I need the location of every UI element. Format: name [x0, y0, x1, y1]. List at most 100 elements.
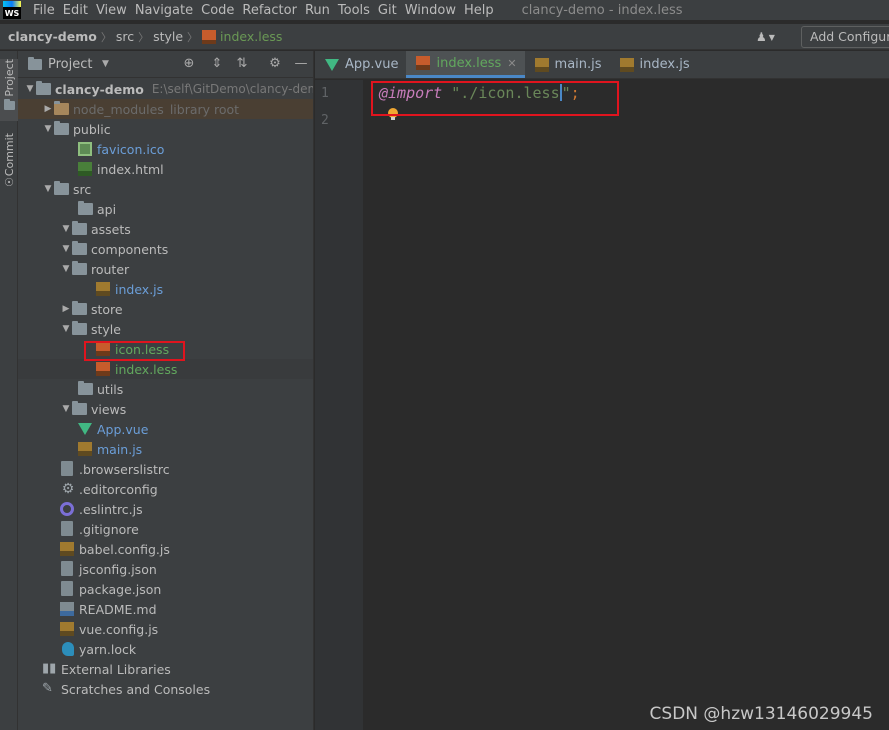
- chevron-right-icon[interactable]: ▶: [42, 104, 54, 114]
- lightbulb-icon[interactable]: [388, 108, 398, 120]
- code-semicolon: ;: [570, 84, 580, 102]
- breadcrumb-project[interactable]: clancy-demo: [8, 29, 97, 44]
- webstorm-logo-icon: WS: [3, 1, 21, 19]
- tree-item-scratches[interactable]: ✎ Scratches and Consoles: [18, 679, 313, 699]
- menu-bar: WS File Edit View Navigate Code Refactor…: [0, 0, 889, 20]
- breadcrumb-style[interactable]: style: [153, 29, 183, 44]
- tree-item-browserslistrc[interactable]: .browserslistrc: [18, 459, 313, 479]
- tree-item-views[interactable]: ▼ views: [18, 399, 313, 419]
- chevron-down-icon[interactable]: ▼: [60, 224, 72, 234]
- less-file-icon: [96, 341, 112, 357]
- tree-item-app-vue[interactable]: App.vue: [18, 419, 313, 439]
- stripe-tab-project[interactable]: Project: [0, 59, 18, 121]
- expand-all-icon[interactable]: ⇕: [210, 57, 224, 71]
- chevron-down-icon[interactable]: ▼: [24, 84, 36, 94]
- collapse-all-icon[interactable]: ⇅: [235, 57, 249, 71]
- tree-item-components[interactable]: ▼ components: [18, 239, 313, 259]
- tree-item-node-modules[interactable]: ▶ node_modules library root: [18, 99, 313, 119]
- tab-app-vue[interactable]: App.vue: [315, 51, 406, 78]
- tree-item-yarn-lock[interactable]: yarn.lock: [18, 639, 313, 659]
- chevron-down-icon[interactable]: ▼: [60, 404, 72, 414]
- tree-item-assets[interactable]: ▼ assets: [18, 219, 313, 239]
- tree-item-style[interactable]: ▼ style: [18, 319, 313, 339]
- file-icon: [60, 461, 76, 477]
- chevron-right-icon[interactable]: ▶: [60, 304, 72, 314]
- vue-file-icon: [78, 421, 94, 437]
- tree-item-package-json[interactable]: package.json: [18, 579, 313, 599]
- user-account-button[interactable]: ♟ ▼: [756, 27, 788, 47]
- chevron-down-icon[interactable]: ▼: [102, 59, 109, 69]
- chevron-down-icon[interactable]: ▼: [42, 184, 54, 194]
- menu-file[interactable]: File: [29, 3, 59, 18]
- tree-item-editorconfig[interactable]: ⚙ .editorconfig: [18, 479, 313, 499]
- tree-item-api[interactable]: api: [18, 199, 313, 219]
- window-title: clancy-demo - index.less: [521, 2, 683, 18]
- tab-index-less[interactable]: index.less ✕: [406, 51, 525, 78]
- locate-icon[interactable]: ⊕: [182, 57, 196, 71]
- chevron-down-icon[interactable]: ▼: [60, 244, 72, 254]
- gear-icon[interactable]: ⚙: [268, 57, 282, 71]
- folder-icon: [54, 121, 70, 137]
- tree-item-readme[interactable]: README.md: [18, 599, 313, 619]
- chevron-down-icon[interactable]: ▼: [42, 124, 54, 134]
- tree-item-eslintrc[interactable]: .eslintrc.js: [18, 499, 313, 519]
- less-file-icon: [416, 55, 432, 71]
- tree-item-vue-config[interactable]: vue.config.js: [18, 619, 313, 639]
- less-file-icon: [202, 29, 217, 44]
- views-label: views: [91, 401, 127, 417]
- watermark: CSDN @hzw13146029945: [649, 704, 873, 724]
- tree-item-utils[interactable]: utils: [18, 379, 313, 399]
- tree-item-babel-config[interactable]: babel.config.js: [18, 539, 313, 559]
- tree-item-src[interactable]: ▼ src: [18, 179, 313, 199]
- tree-item-public[interactable]: ▼ public: [18, 119, 313, 139]
- menu-edit[interactable]: Edit: [59, 3, 92, 18]
- tree-item-index-html[interactable]: index.html: [18, 159, 313, 179]
- tree-item-index-less[interactable]: index.less: [18, 359, 313, 379]
- tree-item-main-js[interactable]: main.js: [18, 439, 313, 459]
- menu-window[interactable]: Window: [401, 3, 460, 18]
- line-number: 1: [321, 86, 329, 101]
- tab-main-js[interactable]: main.js: [525, 51, 610, 78]
- folder-icon: [72, 261, 88, 277]
- breadcrumb-file[interactable]: index.less: [220, 29, 282, 44]
- close-icon[interactable]: ✕: [507, 57, 516, 70]
- menu-refactor[interactable]: Refactor: [238, 3, 301, 18]
- readme-label: README.md: [79, 601, 157, 617]
- stripe-tab-commit[interactable]: Commit ☉: [0, 133, 18, 193]
- tree-item-favicon[interactable]: favicon.ico: [18, 139, 313, 159]
- code-line-1[interactable]: @import "./icon.less ";: [379, 84, 580, 102]
- tree-item-router[interactable]: ▼ router: [18, 259, 313, 279]
- menu-navigate[interactable]: Navigate: [131, 3, 197, 18]
- folder-icon: [3, 98, 15, 110]
- folder-icon: [54, 181, 70, 197]
- menu-git[interactable]: Git: [374, 3, 401, 18]
- project-panel-header: Project ▼ ⊕ ⇕ ⇅ ⚙ —: [18, 51, 313, 78]
- html-file-icon: [78, 161, 94, 177]
- menu-run[interactable]: Run: [301, 3, 334, 18]
- tree-item-store[interactable]: ▶ store: [18, 299, 313, 319]
- project-view-selector[interactable]: Project: [48, 57, 92, 72]
- tree-item-jsconfig[interactable]: jsconfig.json: [18, 559, 313, 579]
- breadcrumb-src[interactable]: src: [116, 29, 134, 44]
- menu-code[interactable]: Code: [197, 3, 238, 18]
- js-file-icon: [78, 441, 94, 457]
- tree-item-external-libraries[interactable]: ▮▮ External Libraries: [18, 659, 313, 679]
- hide-icon[interactable]: —: [294, 57, 308, 71]
- chevron-down-icon[interactable]: ▼: [60, 264, 72, 274]
- vue-config-label: vue.config.js: [79, 621, 159, 637]
- tree-item-root[interactable]: ▼ clancy-demo E:\self\GitDemo\clancy-dem…: [18, 79, 313, 99]
- code-editor[interactable]: @import "./icon.less ";: [363, 80, 889, 730]
- tree-item-gitignore[interactable]: .gitignore: [18, 519, 313, 539]
- tab-index-js[interactable]: index.js: [610, 51, 698, 78]
- breadcrumb-separator-icon: 〉: [187, 30, 199, 44]
- tree-item-router-index[interactable]: index.js: [18, 279, 313, 299]
- scratches-icon: ✎: [42, 681, 53, 696]
- menu-tools[interactable]: Tools: [334, 3, 374, 18]
- api-label: api: [97, 201, 117, 217]
- menu-view[interactable]: View: [92, 3, 131, 18]
- library-root-label: library root: [169, 101, 240, 117]
- tree-item-icon-less[interactable]: icon.less: [18, 339, 313, 359]
- add-configuration-button[interactable]: Add Configur: [801, 26, 889, 48]
- menu-help[interactable]: Help: [460, 3, 498, 18]
- chevron-down-icon[interactable]: ▼: [60, 324, 72, 334]
